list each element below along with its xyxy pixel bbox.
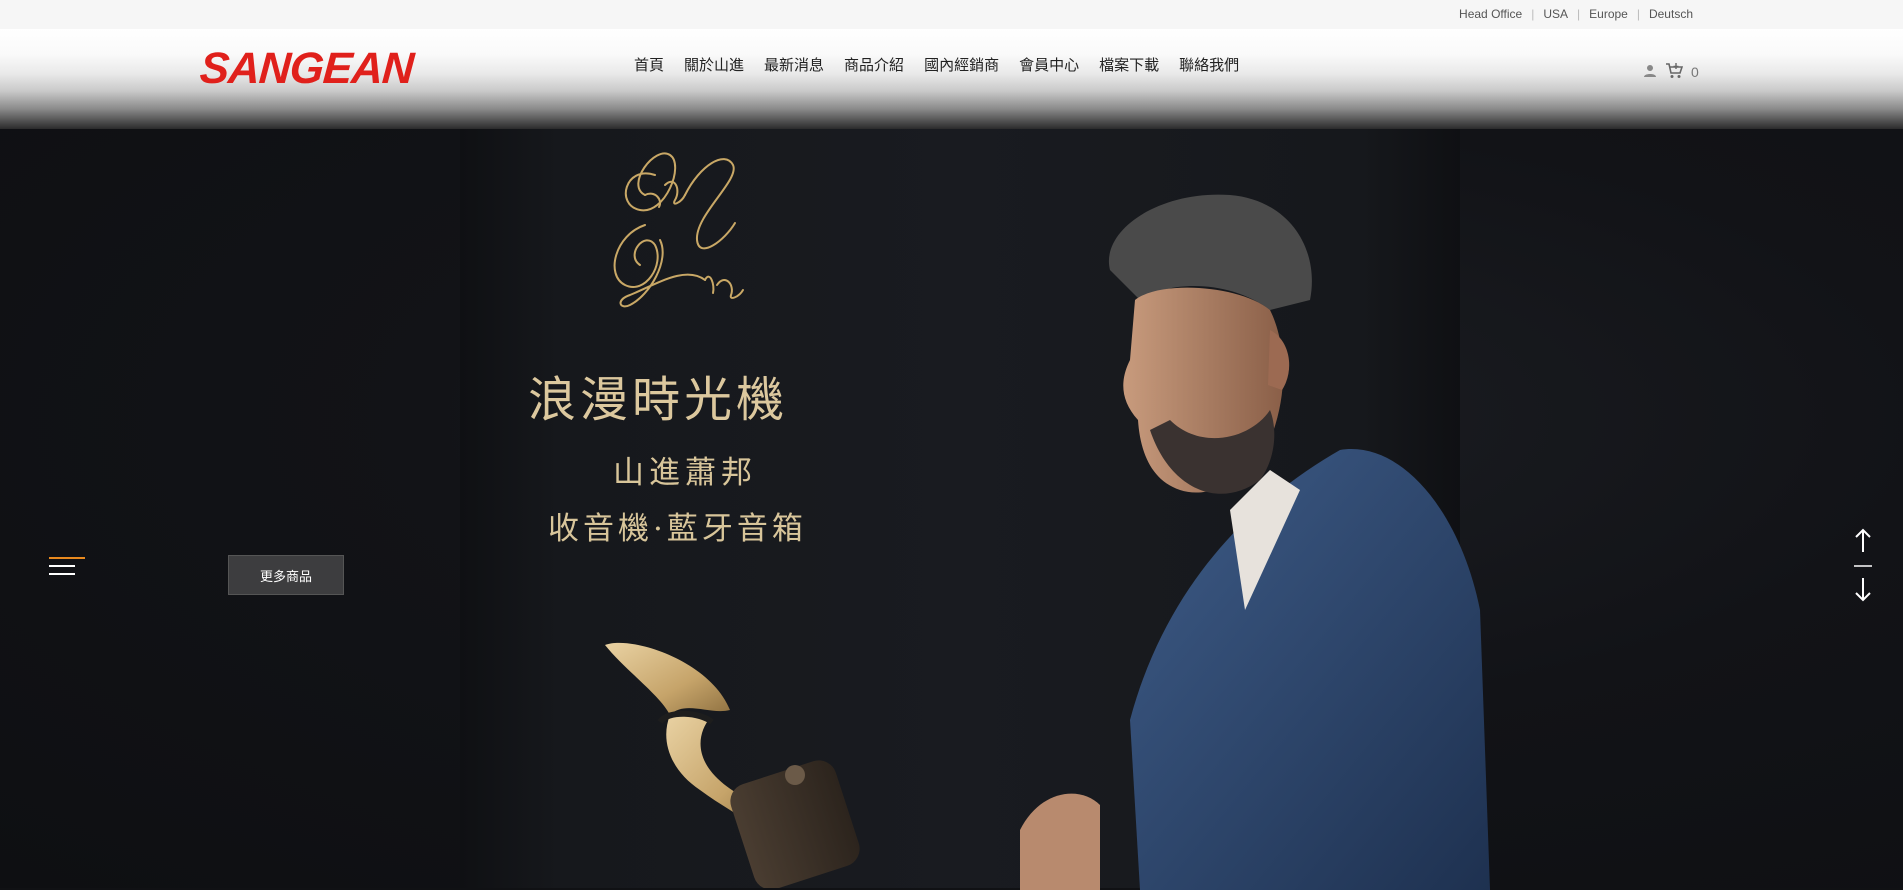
site-header: SANGEAN 首頁 關於山進 最新消息 商品介紹 國內經銷商 會員中心 檔案下… [0, 29, 1903, 129]
nav-member[interactable]: 會員中心 [1019, 54, 1079, 75]
horn-speaker-image [605, 642, 860, 888]
top-utility-bar: Head Office | USA | Europe | Deutsch [0, 0, 1903, 29]
cart-icon[interactable] [1665, 62, 1684, 82]
hamburger-icon[interactable] [49, 557, 85, 579]
sangean-logo[interactable]: SANGEAN [198, 44, 414, 93]
nav-about[interactable]: 關於山進 [684, 54, 744, 75]
region-links: Head Office | USA | Europe | Deutsch [1459, 7, 1693, 21]
nav-dealers[interactable]: 國內經銷商 [924, 54, 999, 75]
cart-count: 0 [1691, 64, 1699, 80]
arrow-down-icon[interactable] [1855, 578, 1871, 602]
link-head-office[interactable]: Head Office [1459, 7, 1522, 21]
nav-downloads[interactable]: 檔案下載 [1099, 54, 1159, 75]
hero-subtitle-brand: 山進蕭邦 [613, 455, 757, 491]
nav-contact[interactable]: 聯絡我們 [1179, 54, 1239, 75]
more-products-button[interactable]: 更多商品 [228, 555, 344, 595]
separator: | [1636, 7, 1640, 21]
signature-logo [613, 152, 744, 308]
link-deutsch[interactable]: Deutsch [1649, 7, 1693, 21]
slide-scroll-controls [1852, 528, 1874, 608]
hero-subtitle-products: 收音機·藍牙音箱 [548, 511, 807, 547]
nav-home[interactable]: 首頁 [634, 54, 664, 75]
hero-title: 浪漫時光機 [528, 372, 789, 428]
arrow-up-icon[interactable] [1855, 528, 1871, 552]
link-europe[interactable]: Europe [1589, 7, 1628, 21]
separator: | [1577, 7, 1581, 21]
separator: | [1531, 7, 1535, 21]
link-usa[interactable]: USA [1543, 7, 1568, 21]
nav-news[interactable]: 最新消息 [764, 54, 824, 75]
model-photo [1020, 194, 1490, 890]
hero-banner [0, 129, 1903, 888]
header-icons: 0 [1643, 62, 1699, 82]
main-nav: 首頁 關於山進 最新消息 商品介紹 國內經銷商 會員中心 檔案下載 聯絡我們 [634, 54, 1239, 75]
nav-products[interactable]: 商品介紹 [844, 54, 904, 75]
user-icon[interactable] [1643, 64, 1657, 81]
